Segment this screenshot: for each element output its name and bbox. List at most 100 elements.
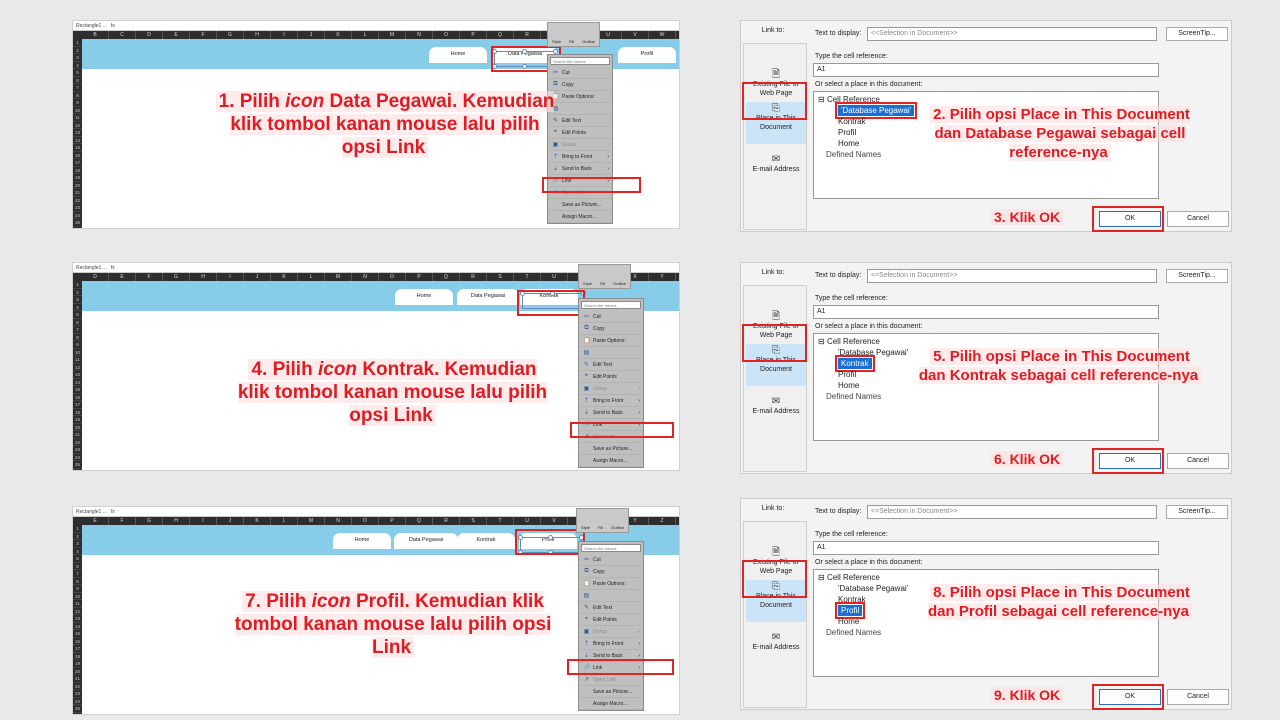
row-header[interactable]: 18	[73, 653, 82, 660]
mini-toolbar[interactable]: Style Fill Outline	[576, 508, 629, 533]
row-header[interactable]: 16	[73, 152, 82, 159]
row-header[interactable]: 14	[73, 623, 82, 630]
column-header[interactable]: Q	[487, 31, 514, 39]
row-header[interactable]: 4	[73, 304, 82, 311]
row-header[interactable]: 14	[73, 379, 82, 386]
screentip-button[interactable]: ScreenTip...	[1166, 27, 1228, 41]
row-header[interactable]: 3	[73, 54, 82, 62]
row-header[interactable]: 15	[73, 630, 82, 638]
column-header[interactable]: R	[460, 273, 487, 281]
row-header[interactable]: 25	[73, 461, 82, 469]
menu-item-edit-text[interactable]: ✎ Edit Text	[579, 602, 643, 614]
column-header[interactable]: P	[379, 517, 406, 525]
row-header[interactable]: 14	[73, 137, 82, 144]
cancel-button[interactable]: Cancel	[1167, 689, 1229, 705]
tab-home[interactable]: Home	[395, 289, 453, 305]
column-header[interactable]: U	[541, 273, 568, 281]
menu-item-paste-options[interactable]: 📋 Paste Options:	[579, 335, 643, 347]
tree-defined-names[interactable]: Defined Names	[818, 391, 1154, 402]
row-header[interactable]: 24	[73, 698, 82, 705]
row-header[interactable]: 12	[73, 364, 82, 371]
tree-root[interactable]: ⊟ Cell Reference	[818, 94, 1154, 105]
outline-button[interactable]: Outline	[611, 525, 624, 530]
fill-button[interactable]: Fill	[600, 281, 605, 286]
menu-item-open-link[interactable]: ↗ Open Link	[579, 674, 643, 686]
row-header[interactable]: 24	[73, 454, 82, 461]
menu-item-group[interactable]: ▣ Group ›	[548, 139, 612, 151]
column-header[interactable]: Z	[649, 517, 676, 525]
email-address-option[interactable]: ✉ E-mail Address	[746, 633, 806, 652]
column-header[interactable]: V	[541, 517, 568, 525]
text-to-display-input[interactable]: <<Selection in Document>>	[867, 269, 1157, 283]
row-header[interactable]: 21	[73, 431, 82, 439]
row-header[interactable]: 10	[73, 593, 82, 600]
row-header[interactable]: 10	[73, 349, 82, 356]
column-header[interactable]: N	[406, 31, 433, 39]
column-header[interactable]: P	[460, 31, 487, 39]
menu-item-edit-points[interactable]: ⌖ Edit Points	[579, 614, 643, 626]
column-header[interactable]: Q	[406, 517, 433, 525]
column-header[interactable]: J	[298, 31, 325, 39]
cancel-button[interactable]: Cancel	[1167, 211, 1229, 227]
column-header[interactable]: O	[433, 31, 460, 39]
column-header[interactable]: M	[379, 31, 406, 39]
row-header[interactable]: 1	[73, 281, 82, 289]
row-header[interactable]: 13	[73, 371, 82, 379]
row-header[interactable]: 19	[73, 174, 82, 182]
row-header[interactable]: 11	[73, 114, 82, 122]
menu-item-cut[interactable]: ✂ Cut	[548, 67, 612, 79]
row-header[interactable]: 6	[73, 319, 82, 326]
row-header[interactable]: 17	[73, 645, 82, 653]
menu-item-paste-options[interactable]: 📋 Paste Options:	[548, 91, 612, 103]
style-button[interactable]: Style	[583, 281, 592, 286]
column-header[interactable]: K	[244, 517, 271, 525]
style-button[interactable]: Style	[581, 525, 590, 530]
row-header[interactable]: 18	[73, 167, 82, 174]
row-header[interactable]: 8	[73, 92, 82, 99]
menu-item-send-to-back[interactable]: ⇣ Send to Back ›	[579, 407, 643, 419]
menu-search-input[interactable]: Search the menus	[581, 301, 641, 309]
row-header[interactable]: 8	[73, 578, 82, 585]
menu-item-copy[interactable]: ⧉ Copy	[579, 566, 643, 578]
row-header[interactable]: 4	[73, 548, 82, 555]
column-header[interactable]: V	[622, 31, 649, 39]
row-header[interactable]: 7	[73, 570, 82, 578]
row-header[interactable]: 15	[73, 386, 82, 394]
column-header[interactable]: G	[217, 31, 244, 39]
column-header[interactable]: S	[487, 273, 514, 281]
column-header[interactable]: F	[109, 517, 136, 525]
row-header[interactable]: 6	[73, 563, 82, 570]
column-header[interactable]: D	[82, 273, 109, 281]
column-header[interactable]: L	[352, 31, 379, 39]
column-header[interactable]: J	[244, 273, 271, 281]
menu-item-send-to-back[interactable]: ⇣ Send to Back ›	[548, 163, 612, 175]
column-header[interactable]: F	[190, 31, 217, 39]
row-header[interactable]: 19	[73, 660, 82, 668]
tree-root[interactable]: ⊟ Cell Reference	[818, 572, 1154, 583]
column-header[interactable]: D	[136, 31, 163, 39]
row-header[interactable]: 23	[73, 204, 82, 212]
cell-reference-input[interactable]: A1	[813, 63, 1159, 77]
outline-button[interactable]: Outline	[613, 281, 626, 286]
row-header[interactable]: 17	[73, 159, 82, 167]
row-header[interactable]: 5	[73, 311, 82, 319]
row-header[interactable]: 9	[73, 99, 82, 107]
menu-item-group[interactable]: ▣ Group ›	[579, 626, 643, 638]
mini-toolbar[interactable]: Style Fill Outline	[578, 264, 631, 289]
column-header[interactable]: W	[649, 31, 676, 39]
row-header[interactable]: 2	[73, 47, 82, 54]
menu-item-edit-points[interactable]: ⌖ Edit Points	[579, 371, 643, 383]
row-header[interactable]: 13	[73, 615, 82, 623]
menu-item-copy[interactable]: ⧉ Copy	[548, 79, 612, 91]
row-header[interactable]: 8	[73, 334, 82, 341]
menu-search-input[interactable]: Search the menus	[581, 544, 641, 552]
column-header[interactable]: L	[298, 273, 325, 281]
menu-item-save-as-picture[interactable]: Save as Picture...	[548, 199, 612, 211]
menu-item-paste-icon[interactable]: ▤	[579, 590, 643, 602]
row-header[interactable]: 23	[73, 690, 82, 698]
tab-kontrak[interactable]: Kontrak	[457, 533, 515, 549]
row-header[interactable]: 20	[73, 182, 82, 189]
column-header[interactable]: L	[271, 517, 298, 525]
menu-item-assign-macro[interactable]: Assign Macro...	[579, 698, 643, 710]
column-header[interactable]: H	[244, 31, 271, 39]
